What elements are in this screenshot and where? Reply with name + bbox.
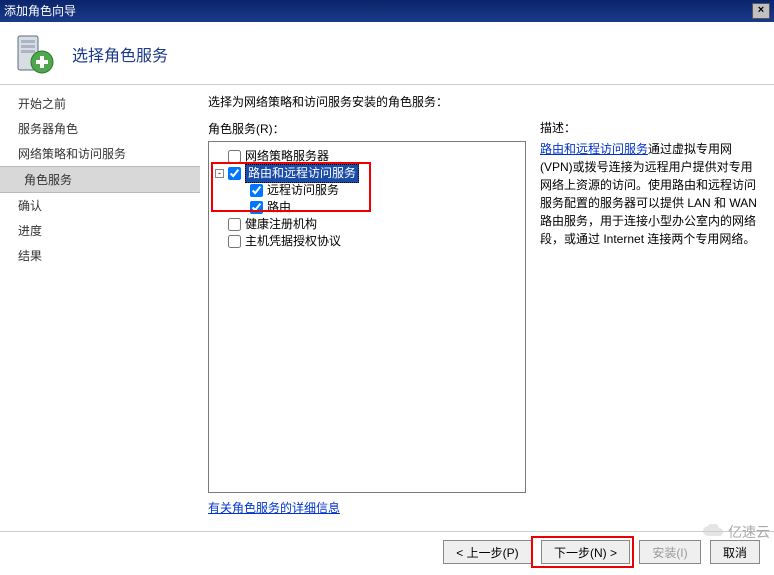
close-icon[interactable]: × — [752, 3, 770, 19]
sidebar-item-result[interactable]: 结果 — [0, 243, 200, 268]
sidebar-item-confirm[interactable]: 确认 — [0, 193, 200, 218]
checkbox-hcap[interactable] — [228, 235, 241, 248]
tree-heading: 角色服务(R)： — [208, 120, 526, 137]
sidebar-item-begin[interactable]: 开始之前 — [0, 91, 200, 116]
tree-toggler-spacer — [215, 152, 224, 161]
tree-collapse-icon[interactable]: - — [215, 169, 224, 178]
description-heading: 描述： — [540, 119, 764, 136]
instruction-text: 选择为网络策略和访问服务安装的角色服务： — [208, 93, 526, 110]
checkbox-remote-access[interactable] — [250, 184, 263, 197]
wizard-sidebar: 开始之前 服务器角色 网络策略和访问服务 角色服务 确认 进度 结果 — [0, 85, 200, 531]
tree-toggler-spacer — [215, 220, 224, 229]
more-info-link[interactable]: 有关角色服务的详细信息 — [208, 499, 526, 516]
description-link[interactable]: 路由和远程访问服务 — [540, 142, 648, 156]
role-services-tree[interactable]: 网络策略服务器 - 路由和远程访问服务 远程访问服务 路由 — [208, 141, 526, 493]
tree-item-rras: - 路由和远程访问服务 — [213, 165, 521, 182]
checkbox-nps[interactable] — [228, 150, 241, 163]
tree-label[interactable]: 远程访问服务 — [267, 182, 339, 199]
main-panel: 选择为网络策略和访问服务安装的角色服务： 角色服务(R)： 网络策略服务器 - … — [200, 85, 774, 531]
wizard-header: 选择角色服务 — [0, 22, 774, 85]
sidebar-item-server-roles[interactable]: 服务器角色 — [0, 116, 200, 141]
checkbox-rras[interactable] — [228, 167, 241, 180]
prev-button[interactable]: < 上一步(P) — [443, 540, 531, 564]
wizard-footer: < 上一步(P) 下一步(N) > 安装(I) 取消 — [0, 531, 774, 575]
server-icon — [12, 32, 56, 76]
tree-item-hra: 健康注册机构 — [213, 216, 521, 233]
content: 开始之前 服务器角色 网络策略和访问服务 角色服务 确认 进度 结果 选择为网络… — [0, 85, 774, 531]
cancel-button[interactable]: 取消 — [710, 540, 760, 564]
tree-toggler-spacer — [237, 186, 246, 195]
tree-label[interactable]: 网络策略服务器 — [245, 148, 329, 165]
install-button: 安装(I) — [639, 540, 700, 564]
watermark: 亿速云 — [702, 522, 770, 542]
checkbox-routing[interactable] — [250, 201, 263, 214]
tree-toggler-spacer — [215, 237, 224, 246]
description-body: 通过虚拟专用网(VPN)或拨号连接为远程用户提供对专用网络上资源的访问。使用路由… — [540, 142, 757, 246]
sidebar-item-nps[interactable]: 网络策略和访问服务 — [0, 141, 200, 166]
tree-item-network-policy-server: 网络策略服务器 — [213, 148, 521, 165]
tree-label[interactable]: 主机凭据授权协议 — [245, 233, 341, 250]
tree-item-remote-access: 远程访问服务 — [213, 182, 521, 199]
next-button[interactable]: 下一步(N) > — [541, 540, 630, 564]
watermark-text: 亿速云 — [728, 522, 770, 542]
sidebar-item-progress[interactable]: 进度 — [0, 218, 200, 243]
tree-toggler-spacer — [237, 203, 246, 212]
tree-item-routing: 路由 — [213, 199, 521, 216]
page-title: 选择角色服务 — [72, 42, 168, 66]
checkbox-hra[interactable] — [228, 218, 241, 231]
window-title: 添加角色向导 — [4, 0, 76, 22]
titlebar: 添加角色向导 × — [0, 0, 774, 22]
tree-item-hcap: 主机凭据授权协议 — [213, 233, 521, 250]
description-text: 路由和远程访问服务通过虚拟专用网(VPN)或拨号连接为远程用户提供对专用网络上资… — [540, 140, 764, 248]
sidebar-item-role-services[interactable]: 角色服务 — [0, 166, 200, 193]
tree-label[interactable]: 健康注册机构 — [245, 216, 317, 233]
tree-label[interactable]: 路由 — [267, 199, 291, 216]
tree-label-selected[interactable]: 路由和远程访问服务 — [245, 164, 359, 183]
